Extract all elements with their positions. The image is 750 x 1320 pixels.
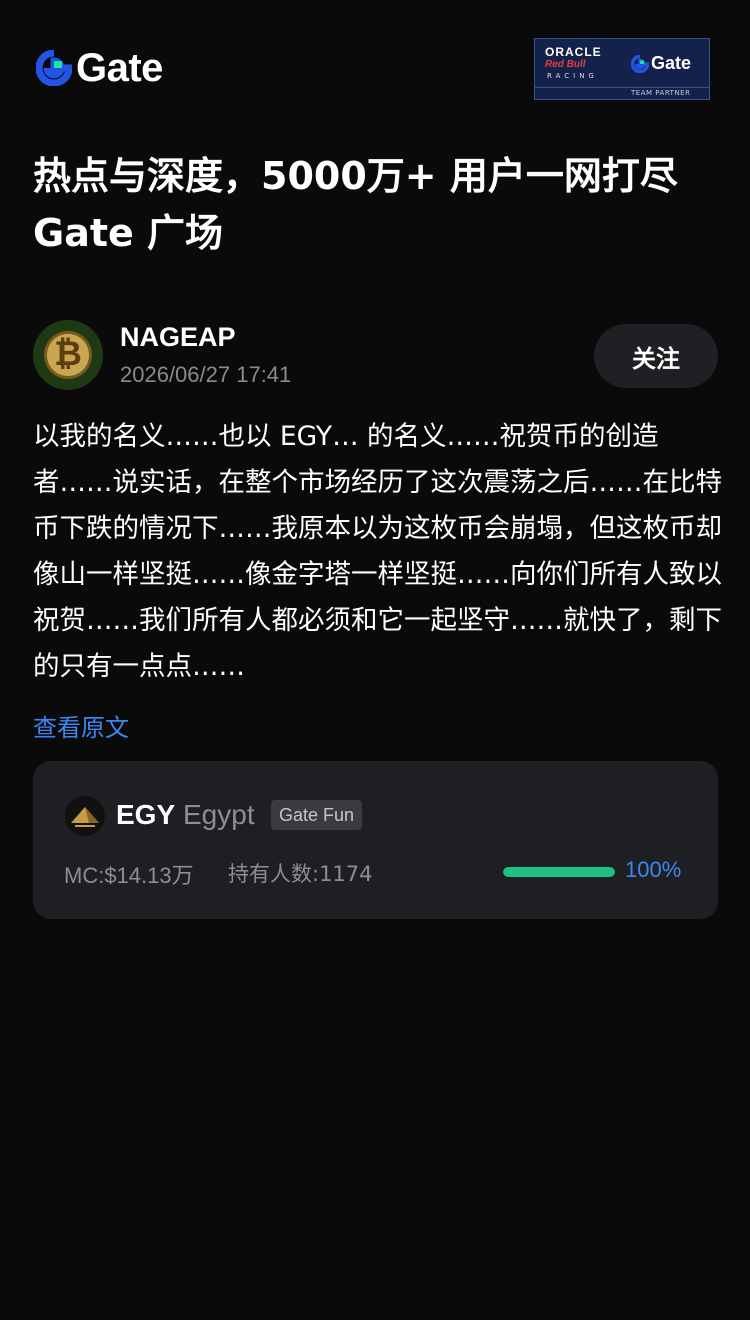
author-name[interactable]: NAGEAP — [120, 322, 236, 353]
token-card[interactable]: EGY Egypt Gate Fun MC:$14.13万 持有人数:1174 … — [33, 761, 718, 919]
egy-token-icon — [65, 796, 105, 836]
page-headline: 热点与深度，5000万+ 用户一网打尽 Gate 广场 — [33, 148, 723, 262]
gate-logo-icon — [36, 50, 72, 86]
partner-banner[interactable]: ORACLE Red Bull RACING Gate TEAM PARTNER — [534, 38, 710, 100]
post-body: 以我的名义……也以 EGY… 的名义……祝贺币的创造者……说实话，在整个市场经历… — [33, 421, 722, 682]
follow-button[interactable]: 关注 — [594, 324, 718, 388]
partner-racing-text: RACING — [547, 72, 598, 80]
headline-line-2: Gate 广场 — [33, 211, 224, 255]
token-market-cap: MC:$14.13万 — [64, 863, 194, 888]
gate-logo[interactable]: Gate — [36, 46, 163, 90]
partner-gate-text: Gate — [651, 53, 692, 73]
header: Gate ORACLE Red Bull RACING Gate TEAM PA… — [0, 0, 750, 130]
bitcoin-icon: ₿ — [54, 334, 82, 374]
view-original-link[interactable]: 查看原文 — [33, 708, 129, 743]
partner-gate-icon — [631, 54, 649, 73]
token-name: Egypt — [183, 799, 255, 830]
token-progress-fill — [503, 867, 615, 877]
token-holders: 持有人数:1174 — [228, 862, 373, 886]
token-progress-percent: 100% — [625, 857, 682, 882]
partner-divider — [535, 87, 709, 88]
headline-line-1: 热点与深度，5000万+ 用户一网打尽 — [33, 154, 678, 198]
partner-caption: TEAM PARTNER — [631, 89, 691, 97]
logo-text: Gate — [76, 46, 163, 90]
token-progress-bar — [503, 867, 615, 877]
post-timestamp: 2026/06/27 17:41 — [120, 362, 292, 387]
post-author-row: ₿ NAGEAP 2026/06/27 17:41 关注 — [33, 320, 718, 392]
partner-redbull-text: Red Bull — [545, 59, 586, 70]
partner-oracle-text: ORACLE — [545, 45, 602, 59]
token-tag-badge: Gate Fun — [271, 800, 363, 830]
partner-gate-logo: Gate — [631, 53, 691, 74]
token-symbol: EGY — [116, 799, 176, 830]
avatar[interactable]: ₿ — [33, 320, 103, 390]
